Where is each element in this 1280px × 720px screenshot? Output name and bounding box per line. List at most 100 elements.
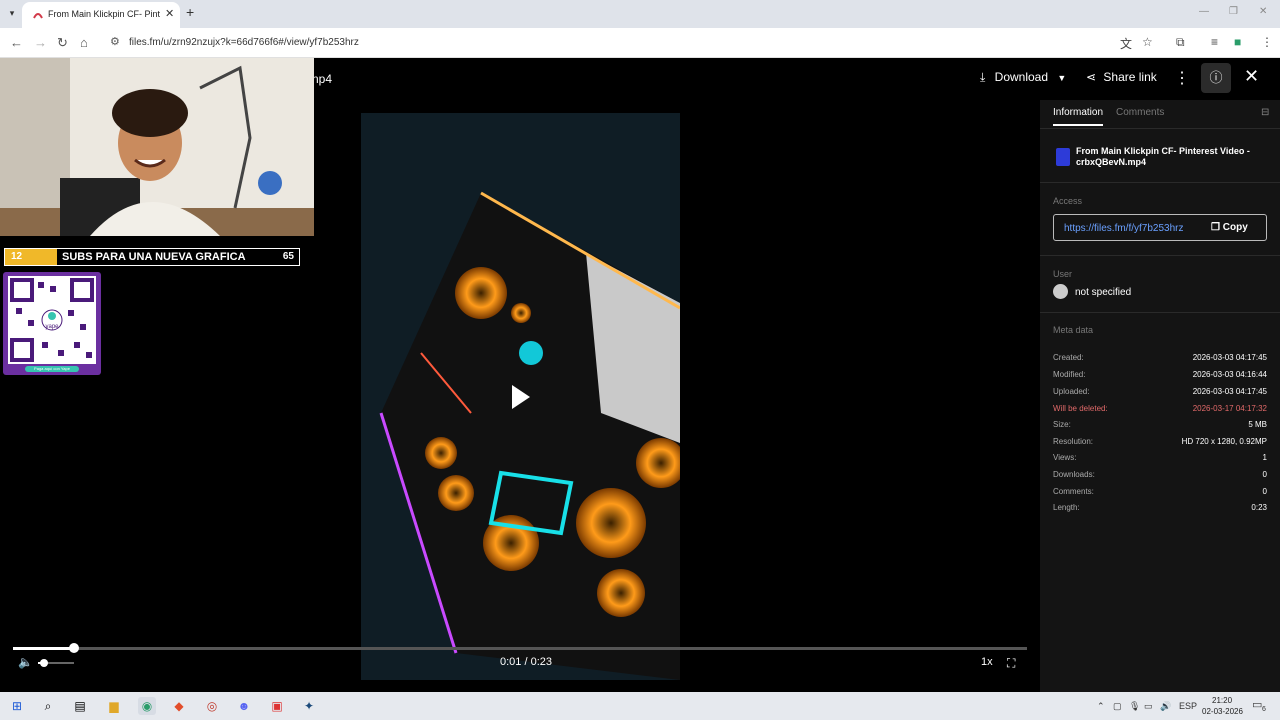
meta-key: Created: [1053,353,1084,362]
meta-key: Comments: [1053,487,1094,496]
restore-window-icon[interactable]: ❐ [1229,6,1238,17]
subs-current-count: 12 [11,251,23,262]
meta-value: 2026-03-17 04:17:32 [1192,404,1267,413]
webcam-overlay [0,58,314,236]
tab-search-menu-button[interactable]: ▾ [4,4,20,22]
avatar [1053,284,1068,299]
play-icon[interactable] [512,385,530,409]
video-progress-bar[interactable] [13,643,1027,653]
media-controls-icon[interactable]: ≡ [1211,35,1218,49]
divider [1040,128,1280,129]
tab-close-icon[interactable]: ✕ [165,7,174,20]
info-icon[interactable]: ⓘ [1201,63,1231,93]
clock-date[interactable]: 02-03-2026 [1202,707,1243,716]
volume-icon[interactable]: 🔈 [18,655,33,669]
close-window-icon[interactable]: ✕ [1259,6,1267,17]
translate-icon[interactable]: 文 [1120,35,1132,52]
playback-speed-button[interactable]: 1x [981,656,993,668]
share-link-button[interactable]: ⋖ Share link [1086,70,1157,84]
close-viewer-icon[interactable]: ✕ [1244,66,1259,87]
speaker-icon[interactable]: 🔊 [1160,701,1171,712]
browser-tab[interactable]: From Main Klickpin CF- Pinterest ✕ [22,2,180,28]
address-toolbar: ← → ↻ ⌂ ⚙ files.fm/u/zrn92nzujx?k=66d766… [0,28,1280,58]
yape-qr-card: yape Paga aquí con Yape [3,272,101,375]
search-icon[interactable]: ⌕ [39,697,57,715]
download-button[interactable]: ⤓ Download ▼ [980,70,1066,85]
file-explorer-icon[interactable]: ▆ [105,697,123,715]
task-view-icon[interactable]: ▤ [71,697,89,715]
more-options-icon[interactable]: ⋮ [1174,68,1190,88]
back-arrow-icon[interactable]: ← [10,35,23,50]
share-icon: ⋖ [1086,70,1097,84]
steam-icon[interactable]: ✦ [300,697,318,715]
meta-row-resolution: Resolution: HD 720 x 1280, 0.92MP [1053,437,1267,449]
meta-value: 0 [1262,470,1267,479]
video-file-icon [1056,148,1070,166]
copy-label: Copy [1222,222,1248,233]
microphone-icon[interactable]: 🎙 [1129,701,1140,712]
meta-row-length: Length: 0:23 [1053,503,1267,515]
url-text[interactable]: files.fm/u/zrn92nzujx?k=66d766f6#/view/y… [129,37,359,48]
meta-key: Size: [1053,420,1071,429]
chevron-down-icon: ▼ [1057,73,1067,83]
meta-value: 5 MB [1248,420,1267,429]
user-label: User [1053,269,1073,279]
divider [1040,255,1280,256]
file-name: From Main Klickpin CF- Pinterest Video -… [1076,146,1250,167]
meta-row-modified: Modified: 2026-03-03 04:16:44 [1053,370,1267,382]
active-tab-indicator [1053,124,1103,126]
subs-goal-count: 65 [282,251,294,262]
reload-icon[interactable]: ↻ [57,35,68,51]
obs-icon[interactable]: ◎ [203,697,221,715]
brave-icon[interactable]: ◆ [170,697,188,715]
download-icon: ⤓ [980,70,986,84]
qr-code-icon: yape [10,278,94,362]
browser-menu-icon[interactable]: ⋮ [1261,35,1273,49]
fullscreen-icon[interactable]: ⛶ [1007,656,1015,671]
meta-key: Will be deleted: [1053,404,1108,413]
meta-key: Resolution: [1053,437,1094,446]
minimize-window-icon[interactable]: — [1199,6,1209,17]
tab-comments[interactable]: Comments [1116,107,1164,118]
collapse-panel-icon[interactable]: ⊟ [1261,107,1269,118]
chrome-icon[interactable]: ◉ [138,697,156,715]
windows-start-icon[interactable]: ⊞ [8,697,26,715]
divider [1040,312,1280,313]
discord-icon[interactable]: ☻ [235,697,253,715]
taskbar: ⊞ ⌕ ▤ ▆ ◉ ◆ ◎ ☻ ▣ ✦ ⌃ ▢ 🎙 ▭ 🔊 ESP 21:20 … [0,692,1280,720]
language-indicator[interactable]: ESP [1179,701,1197,711]
meta-key: Downloads: [1053,470,1095,479]
download-label: Download [994,70,1049,84]
meta-row-downloads: Downloads: 0 [1053,470,1267,482]
video-time: 0:01 / 0:23 [500,656,552,668]
network-icon[interactable]: ▭ [1144,701,1153,712]
meta-row-size: Size: 5 MB [1053,420,1267,432]
new-tab-button[interactable]: + [186,4,194,20]
home-icon[interactable]: ⌂ [80,35,88,50]
info-panel: Information Comments ⊟ From Main Klickpi… [1040,100,1280,692]
site-settings-icon[interactable]: ⚙ [110,35,120,48]
qr-caption: Paga aquí con Yape [25,366,79,372]
profile-icon[interactable]: ■ [1234,35,1241,49]
tab-title: From Main Klickpin CF- Pinterest [48,9,160,19]
volume-slider[interactable] [38,659,74,667]
notifications-icon[interactable]: ▭ [1252,698,1262,711]
meta-value: 1 [1262,453,1267,462]
viewer-filename: np4 [312,72,333,86]
video-progress-handle[interactable] [68,643,79,653]
voicemod-icon[interactable]: ▣ [268,697,286,715]
forward-arrow-icon[interactable]: → [34,35,47,50]
divider [1040,182,1280,183]
share-link-field[interactable]: https://files.fm/f/yf7b253hrz ❐ Copy [1053,214,1267,241]
bookmark-star-icon[interactable]: ☆ [1142,35,1153,49]
tray-app-icon[interactable]: ▢ [1113,701,1122,712]
subs-goal-text: SUBS PARA UNA NUEVA GRAFICA [62,251,246,263]
copy-button[interactable]: ❐ Copy [1211,222,1248,233]
share-link-text[interactable]: https://files.fm/f/yf7b253hrz [1064,223,1200,234]
meta-data-label: Meta data [1053,325,1094,335]
clock-time[interactable]: 21:20 [1212,696,1232,705]
tab-information[interactable]: Information [1053,107,1103,118]
files-fm-favicon-icon [33,13,43,19]
extensions-icon[interactable]: ⧉ [1176,35,1185,50]
tray-overflow-icon[interactable]: ⌃ [1097,701,1105,712]
